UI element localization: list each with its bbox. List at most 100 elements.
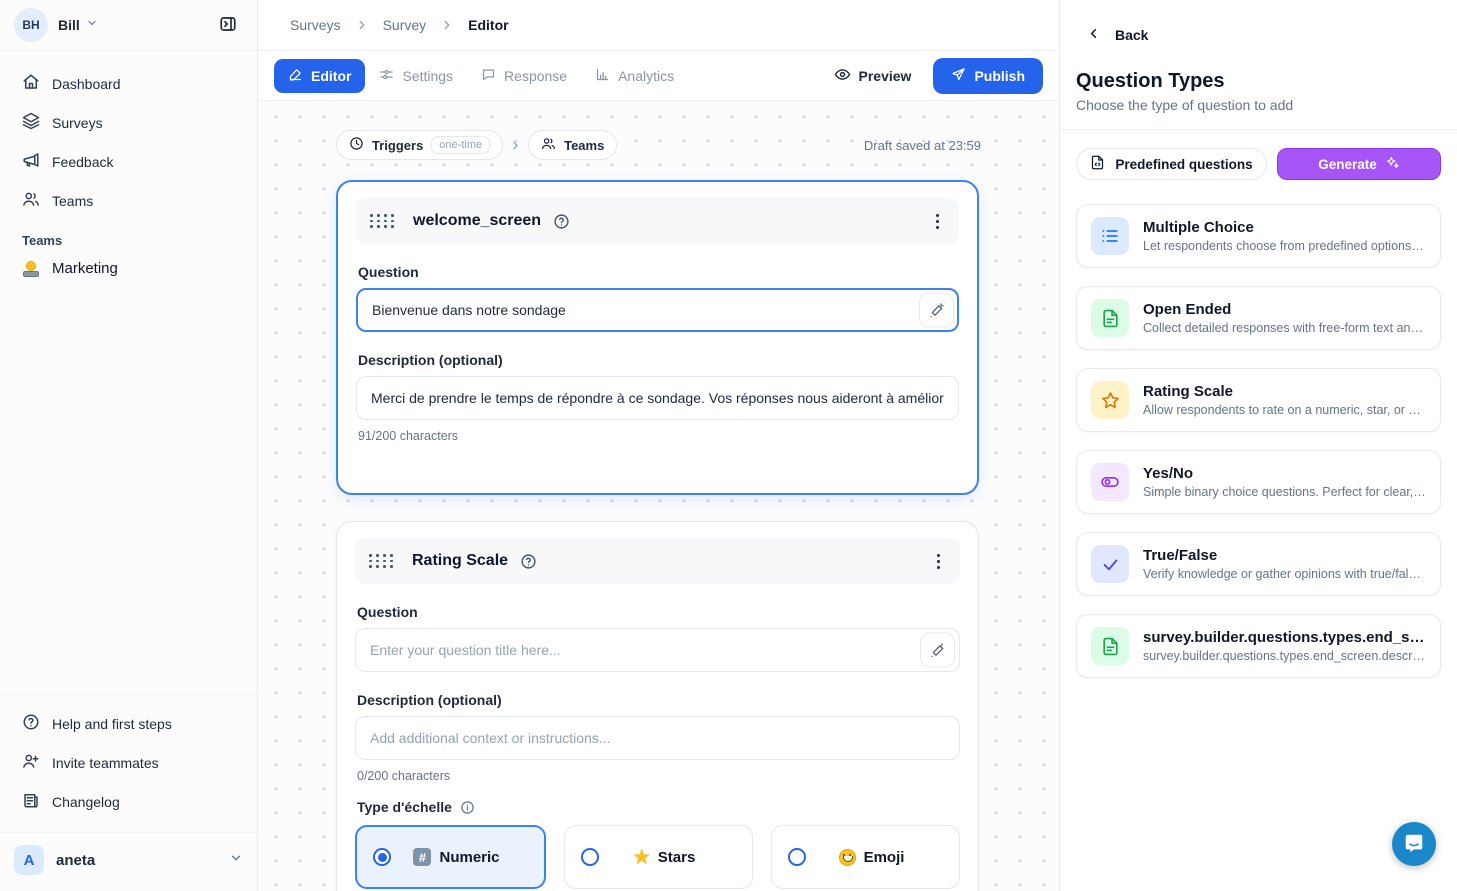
workspace-switcher[interactable]: A aneta <box>0 832 257 891</box>
tab-analytics[interactable]: Analytics <box>581 59 688 93</box>
star-emoji-icon: ★ <box>634 848 650 866</box>
scale-option-label: Stars <box>658 849 696 866</box>
tab-settings[interactable]: Settings <box>365 59 467 93</box>
eye-icon <box>834 66 851 86</box>
panel-collapse-icon <box>219 15 237 36</box>
description-input[interactable] <box>355 716 960 760</box>
magic-wand-button[interactable] <box>920 633 955 668</box>
question-card-title: Rating Scale <box>412 552 508 570</box>
breadcrumb-surveys[interactable]: Surveys <box>290 17 341 33</box>
question-type-title: Rating Scale <box>1143 383 1426 400</box>
sparkles-icon <box>1385 155 1400 173</box>
radio-icon <box>373 848 391 866</box>
chevron-down-icon <box>86 16 98 34</box>
description-input[interactable] <box>356 376 959 420</box>
sidebar-item-marketing[interactable]: Marketing <box>0 252 257 285</box>
chat-bubble-icon <box>481 67 496 85</box>
scale-option-numeric[interactable]: #Numeric <box>355 825 546 889</box>
preview-button[interactable]: Preview <box>822 58 924 94</box>
generate-label: Generate <box>1318 157 1377 172</box>
sidebar-item-help[interactable]: Help and first steps <box>12 705 245 742</box>
character-count: 91/200 characters <box>358 429 959 443</box>
radio-icon <box>788 848 806 866</box>
chat-launcher-button[interactable] <box>1392 822 1436 866</box>
chevron-right-icon <box>355 18 369 32</box>
description-field-label: Description (optional) <box>357 692 960 708</box>
question-type-title: True/False <box>1143 547 1426 564</box>
sidebar-item-teams[interactable]: Teams <box>12 182 245 219</box>
question-card-rating-scale[interactable]: Rating Scale Question Description (optio… <box>336 521 979 891</box>
question-type-open-ended[interactable]: Open Ended Collect detailed responses wi… <box>1076 286 1441 350</box>
bar-chart-icon <box>595 67 610 85</box>
publish-button[interactable]: Publish <box>933 58 1043 94</box>
info-circle-icon[interactable] <box>460 800 475 815</box>
back-label: Back <box>1115 27 1148 43</box>
teams-chip[interactable]: Teams <box>528 130 617 160</box>
document-icon <box>1091 627 1129 665</box>
collapse-sidebar-button[interactable] <box>213 10 243 40</box>
generate-button[interactable]: Generate <box>1277 148 1441 180</box>
question-type-rating-scale[interactable]: Rating Scale Allow respondents to rate o… <box>1076 368 1441 432</box>
question-title-input[interactable] <box>356 288 959 332</box>
send-icon <box>951 67 966 85</box>
drag-handle-icon[interactable] <box>370 214 395 228</box>
sidebar-item-label: Changelog <box>52 794 120 810</box>
workspace-avatar: A <box>14 845 44 875</box>
question-card-title: welcome_screen <box>413 212 541 230</box>
predefined-label: Predefined questions <box>1115 157 1252 172</box>
edit-pencil-icon <box>288 67 303 85</box>
team-label: Marketing <box>52 260 118 277</box>
question-type-description: Verify knowledge or gather opinions with… <box>1143 567 1426 581</box>
drag-handle-icon[interactable] <box>369 554 394 568</box>
sidebar-user-row[interactable]: BH Bill <box>0 0 257 51</box>
scale-type-options: #Numeric ★ Stars Emoji <box>355 825 960 889</box>
sidebar-item-dashboard[interactable]: Dashboard <box>12 65 245 102</box>
question-type-title: survey.builder.questions.types.end_scr..… <box>1143 629 1426 646</box>
question-card-welcome-screen[interactable]: welcome_screen Question Description (opt… <box>336 180 979 495</box>
magic-wand-button[interactable] <box>919 293 954 328</box>
newspaper-icon <box>22 791 40 812</box>
question-type-true-false[interactable]: True/False Verify knowledge or gather op… <box>1076 532 1441 596</box>
user-name: Bill <box>58 17 80 33</box>
description-field-label: Description (optional) <box>358 352 959 368</box>
document-icon <box>1091 299 1129 337</box>
main-column: Surveys Survey Editor Editor Setting <box>258 0 1059 891</box>
toggle-icon <box>1091 463 1129 501</box>
question-type-title: Open Ended <box>1143 301 1426 318</box>
question-type-end-screen[interactable]: survey.builder.questions.types.end_scr..… <box>1076 614 1441 678</box>
help-circle-icon[interactable] <box>553 213 570 230</box>
question-type-title: Multiple Choice <box>1143 219 1426 236</box>
scale-option-label: Numeric <box>439 849 499 866</box>
sidebar-item-surveys[interactable]: Surveys <box>12 104 245 141</box>
breadcrumb-editor: Editor <box>468 17 508 33</box>
sidebar-item-invite[interactable]: Invite teammates <box>12 744 245 781</box>
sidebar-item-feedback[interactable]: Feedback <box>12 143 245 180</box>
tab-editor[interactable]: Editor <box>274 59 365 93</box>
question-type-title: Yes/No <box>1143 465 1426 482</box>
sidebar-footer: Help and first steps Invite teammates Ch… <box>0 694 257 822</box>
question-type-description: Collect detailed responses with free-for… <box>1143 321 1426 335</box>
back-button[interactable]: Back <box>1076 26 1441 44</box>
check-icon <box>1091 545 1129 583</box>
scale-option-emoji[interactable]: Emoji <box>771 825 960 889</box>
technologist-emoji-icon <box>22 261 40 277</box>
question-type-multiple-choice[interactable]: Multiple Choice Let respondents choose f… <box>1076 204 1441 268</box>
panel-subtitle: Choose the type of question to add <box>1060 97 1457 130</box>
card-menu-kebab-icon[interactable] <box>931 548 946 575</box>
triggers-chip[interactable]: Triggers one-time <box>336 130 503 160</box>
card-menu-kebab-icon[interactable] <box>930 208 945 235</box>
sidebar-nav: Dashboard Surveys Feedback Teams <box>0 51 257 221</box>
breadcrumb-survey[interactable]: Survey <box>383 17 427 33</box>
question-type-yes-no[interactable]: Yes/No Simple binary choice questions. P… <box>1076 450 1441 514</box>
question-card-header: welcome_screen <box>356 198 959 244</box>
character-count: 0/200 characters <box>357 769 960 783</box>
help-circle-icon[interactable] <box>520 553 537 570</box>
sidebar-item-label: Dashboard <box>52 76 121 92</box>
question-title-input[interactable] <box>355 628 960 672</box>
sidebar-item-changelog[interactable]: Changelog <box>12 783 245 820</box>
tab-response[interactable]: Response <box>467 59 581 93</box>
scale-option-stars[interactable]: ★ Stars <box>564 825 753 889</box>
tab-label: Response <box>504 68 567 84</box>
smiley-emoji-icon <box>839 849 856 866</box>
predefined-questions-button[interactable]: Predefined questions <box>1076 148 1267 180</box>
